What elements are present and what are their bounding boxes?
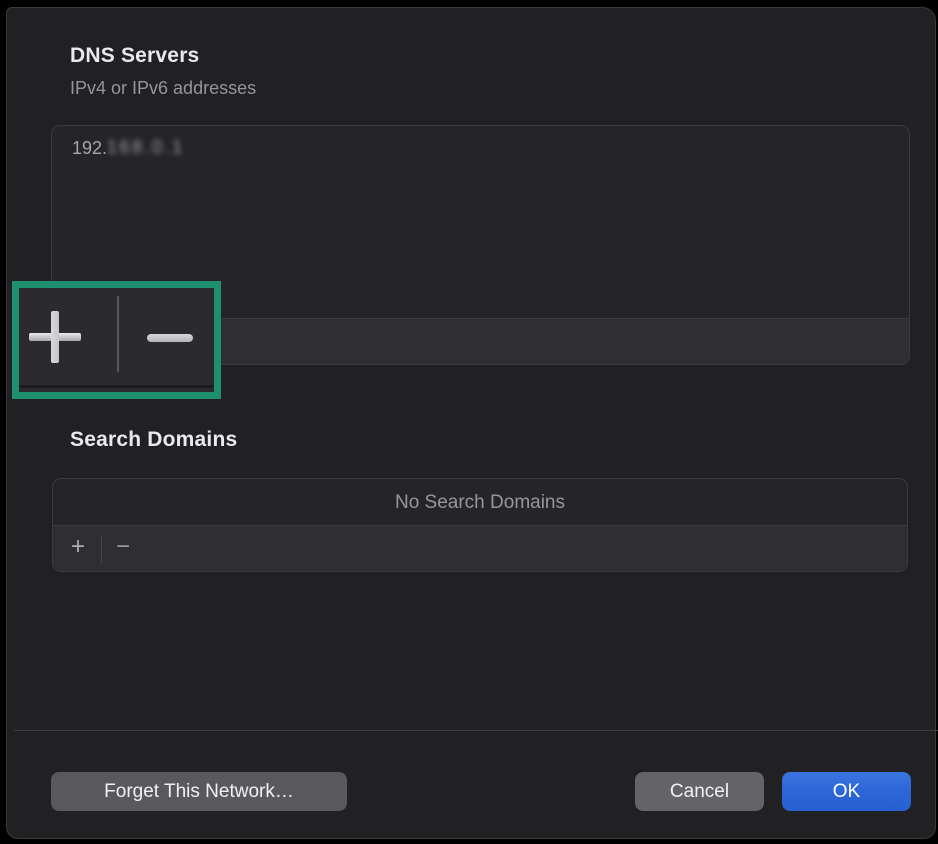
toolbar-divider: [117, 296, 119, 372]
search-add-button[interactable]: +: [63, 534, 93, 564]
search-list-toolbar: + −: [53, 525, 907, 571]
minus-icon[interactable]: [147, 334, 193, 342]
footer-divider: [14, 730, 938, 731]
toolbar-divider: [101, 535, 102, 563]
minus-icon: −: [116, 533, 130, 561]
dns-server-entry-redacted: 168.0.1: [107, 137, 185, 158]
plus-icon: +: [71, 533, 85, 561]
search-remove-button[interactable]: −: [108, 534, 138, 564]
dns-servers-heading: DNS Servers: [70, 44, 199, 68]
search-domains-empty-text: No Search Domains: [53, 492, 907, 514]
cancel-button[interactable]: Cancel: [635, 772, 764, 811]
dns-servers-subtitle: IPv4 or IPv6 addresses: [70, 78, 256, 99]
search-domains-heading: Search Domains: [70, 428, 237, 452]
magnified-box-edge: [19, 385, 214, 388]
search-domains-list[interactable]: No Search Domains + −: [52, 478, 908, 572]
highlight-callout-add-remove: [12, 281, 221, 399]
dns-server-entry[interactable]: 192.168.0.1: [72, 138, 185, 159]
callout-magnified-content: [19, 288, 214, 392]
ok-button[interactable]: OK: [782, 772, 911, 811]
dns-server-entry-prefix: 192.: [72, 138, 107, 158]
network-details-dialog: DNS Servers IPv4 or IPv6 addresses 192.1…: [6, 7, 936, 839]
forget-network-button[interactable]: Forget This Network…: [51, 772, 347, 811]
